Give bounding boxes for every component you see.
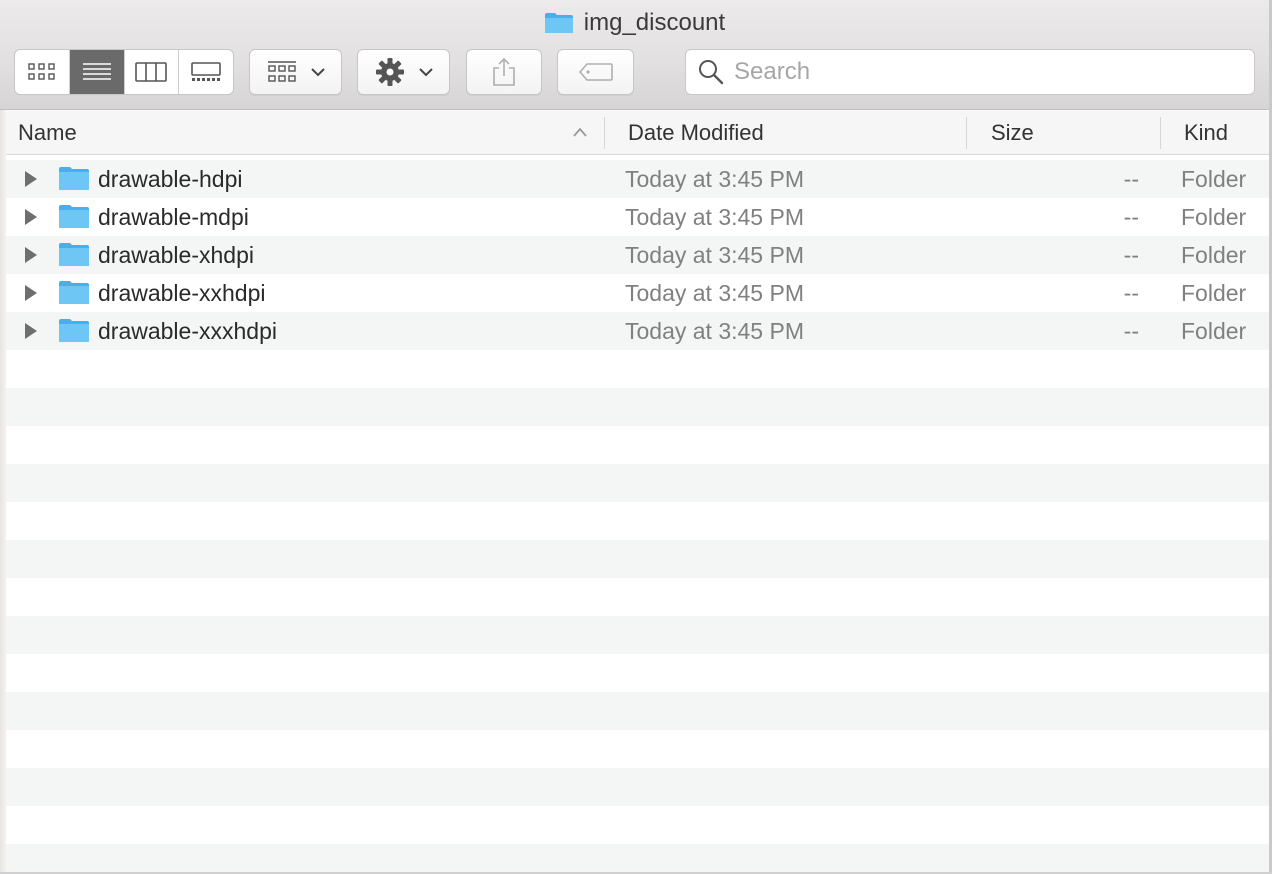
file-name[interactable]: drawable-mdpi <box>98 198 249 236</box>
disclosure-triangle-icon[interactable] <box>22 284 40 302</box>
folder-icon <box>59 205 89 228</box>
share-button[interactable] <box>466 49 542 95</box>
file-date-modified: Today at 3:45 PM <box>625 318 804 344</box>
file-row[interactable]: drawable-mdpi Today at 3:45 PM -- Folder <box>6 198 1269 236</box>
chevron-down-icon <box>310 68 325 77</box>
column-header-kind[interactable]: Kind <box>1184 111 1228 155</box>
search-icon <box>699 60 724 85</box>
icon-view-button[interactable] <box>15 50 70 94</box>
file-kind: Folder <box>1181 318 1247 344</box>
search-input[interactable] <box>734 58 1234 86</box>
list-view-button[interactable] <box>69 50 125 94</box>
row-stripe <box>6 730 1269 768</box>
window-title-bar[interactable]: img_discount <box>0 6 1269 40</box>
row-stripe <box>6 464 1269 502</box>
folder-icon <box>59 243 89 266</box>
column-header-name[interactable]: Name <box>18 111 77 155</box>
folder-icon <box>544 13 573 33</box>
tag-icon <box>578 63 613 81</box>
folder-icon <box>59 319 89 342</box>
search-field[interactable] <box>685 49 1255 95</box>
file-row[interactable]: drawable-xxxhdpi Today at 3:45 PM -- Fol… <box>6 312 1269 350</box>
columns-icon <box>135 62 168 82</box>
sort-ascending-icon <box>573 127 587 137</box>
row-stripe <box>6 768 1269 806</box>
file-name[interactable]: drawable-xxxhdpi <box>98 312 277 350</box>
disclosure-triangle-icon[interactable] <box>22 322 40 340</box>
column-view-button[interactable] <box>125 50 180 94</box>
row-stripe <box>6 616 1269 654</box>
file-date-modified: Today at 3:45 PM <box>625 242 804 268</box>
row-stripe <box>6 578 1269 616</box>
file-size: -- <box>1123 280 1139 306</box>
column-divider[interactable] <box>604 117 605 149</box>
file-kind: Folder <box>1181 280 1247 306</box>
row-stripe <box>6 806 1269 844</box>
file-row[interactable]: drawable-xxhdpi Today at 3:45 PM -- Fold… <box>6 274 1269 312</box>
file-list: drawable-hdpi Today at 3:45 PM -- Folder… <box>6 160 1269 874</box>
file-name[interactable]: drawable-xxhdpi <box>98 274 265 312</box>
gear-icon <box>375 58 404 86</box>
view-mode-control <box>14 49 234 95</box>
file-size: -- <box>1123 318 1139 344</box>
row-stripe <box>6 540 1269 578</box>
disclosure-triangle-icon[interactable] <box>22 246 40 264</box>
disclosure-triangle-icon[interactable] <box>22 170 40 188</box>
file-kind: Folder <box>1181 204 1247 230</box>
row-stripe <box>6 844 1269 874</box>
list-icon <box>82 63 111 80</box>
action-menu-button[interactable] <box>357 49 450 95</box>
tags-button[interactable] <box>557 49 634 95</box>
column-header-size[interactable]: Size <box>991 111 1034 155</box>
row-stripe <box>6 426 1269 464</box>
file-size: -- <box>1123 166 1139 192</box>
file-row[interactable]: drawable-xhdpi Today at 3:45 PM -- Folde… <box>6 236 1269 274</box>
file-name[interactable]: drawable-xhdpi <box>98 236 254 274</box>
gallery-view-button[interactable] <box>179 50 233 94</box>
column-header-date-modified[interactable]: Date Modified <box>628 111 764 155</box>
file-kind: Folder <box>1181 166 1247 192</box>
disclosure-triangle-icon[interactable] <box>22 208 40 226</box>
column-header-kind-label: Kind <box>1184 120 1229 145</box>
gallery-icon <box>191 62 221 81</box>
column-divider[interactable] <box>966 117 967 149</box>
share-icon <box>493 57 515 86</box>
group-grid-icon <box>267 61 296 82</box>
column-header-row: Name Date Modified Size Kind <box>6 111 1269 155</box>
column-divider[interactable] <box>1160 117 1161 149</box>
file-date-modified: Today at 3:45 PM <box>625 280 804 306</box>
grid-icon <box>28 63 55 80</box>
finder-window: img_discount Search Name Date Modified S… <box>0 0 1272 874</box>
group-by-button[interactable] <box>249 49 342 95</box>
folder-icon <box>59 167 89 190</box>
row-stripe <box>6 502 1269 540</box>
chevron-down-icon <box>418 68 433 77</box>
file-kind: Folder <box>1181 242 1247 268</box>
file-row[interactable]: drawable-hdpi Today at 3:45 PM -- Folder <box>6 160 1269 198</box>
row-stripe <box>6 388 1269 426</box>
toolbar: img_discount <box>0 0 1269 110</box>
window-edge <box>0 110 6 874</box>
column-header-size-label: Size <box>991 120 1034 145</box>
column-header-name-label: Name <box>18 120 77 145</box>
folder-icon <box>59 281 89 304</box>
file-size: -- <box>1123 242 1139 268</box>
file-date-modified: Today at 3:45 PM <box>625 204 804 230</box>
column-header-date-label: Date Modified <box>628 120 764 145</box>
window-title: img_discount <box>583 9 726 36</box>
row-stripe <box>6 350 1269 388</box>
row-stripe <box>6 692 1269 730</box>
file-name[interactable]: drawable-hdpi <box>98 160 242 198</box>
row-stripe <box>6 654 1269 692</box>
file-size: -- <box>1123 204 1139 230</box>
file-date-modified: Today at 3:45 PM <box>625 166 804 192</box>
